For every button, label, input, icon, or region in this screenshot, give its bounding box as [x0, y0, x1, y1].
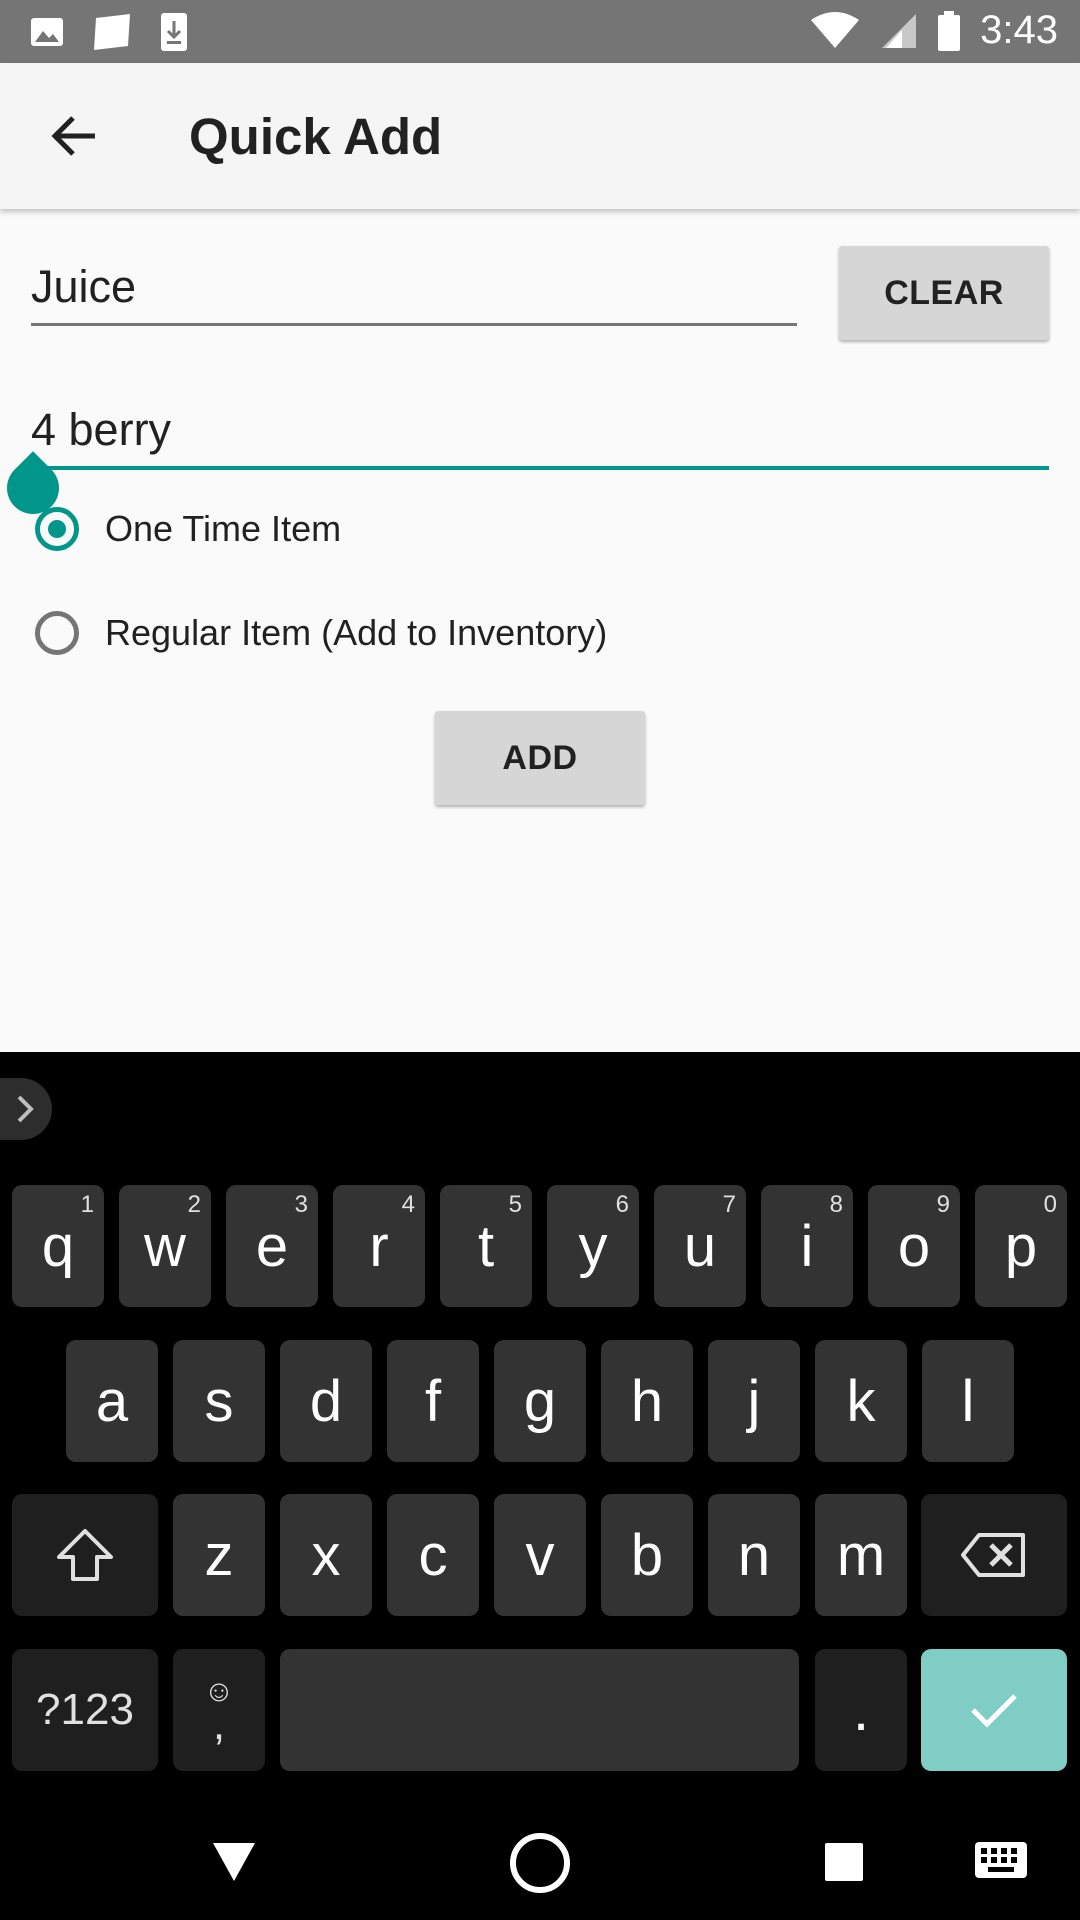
key-label: o — [897, 1213, 931, 1279]
radio-label: Regular Item (Add to Inventory) — [105, 612, 608, 653]
signal-icon — [882, 13, 917, 48]
radio-button-checked[interactable] — [35, 507, 79, 551]
key-label: u — [683, 1213, 717, 1279]
chevron-right-icon — [17, 1095, 34, 1123]
item-name-value: Juice — [31, 261, 137, 312]
shift-icon — [57, 1529, 113, 1581]
status-bar: 3:43 — [0, 0, 1080, 63]
key-l[interactable]: l — [922, 1340, 1014, 1462]
key-m[interactable]: m — [815, 1494, 907, 1616]
key-hint: 0 — [1043, 1191, 1057, 1218]
arrow-back-icon — [51, 116, 95, 156]
key-label: y — [578, 1213, 608, 1279]
radio-regular-item[interactable]: Regular Item (Add to Inventory) — [35, 611, 607, 655]
keyboard-switch-icon[interactable] — [974, 1841, 1028, 1881]
space-bar[interactable] — [280, 1649, 799, 1771]
key-hint: 9 — [936, 1191, 950, 1218]
add-button[interactable]: ADD — [435, 711, 645, 805]
radio-button-unchecked[interactable] — [35, 611, 79, 655]
clock: 3:43 — [980, 8, 1058, 52]
radio-one-time-item[interactable]: One Time Item — [35, 507, 341, 551]
navigation-bar — [0, 1805, 1080, 1920]
page-title: Quick Add — [189, 108, 443, 165]
key-e[interactable]: e3 — [226, 1185, 318, 1307]
shift-key[interactable] — [12, 1494, 158, 1616]
description-value: 4 berry — [31, 404, 172, 455]
home-circle-icon[interactable] — [509, 1832, 571, 1894]
image-icon — [31, 18, 63, 46]
key-hint: 1 — [80, 1191, 94, 1218]
key-label: r — [369, 1213, 389, 1279]
key-r[interactable]: r4 — [333, 1185, 425, 1307]
period-key[interactable]: . — [815, 1649, 907, 1771]
key-hint: 5 — [508, 1191, 522, 1218]
description-field[interactable]: 4 berry — [31, 400, 1049, 470]
key-b[interactable]: b — [601, 1494, 693, 1616]
key-hint: 2 — [187, 1191, 201, 1218]
key-q[interactable]: q1 — [12, 1185, 104, 1307]
key-a[interactable]: a — [66, 1340, 158, 1462]
key-label: i — [800, 1213, 814, 1279]
back-triangle-icon[interactable] — [211, 1839, 257, 1885]
backspace-key[interactable] — [921, 1494, 1067, 1616]
key-j[interactable]: j — [708, 1340, 800, 1462]
radio-label: One Time Item — [105, 508, 342, 549]
key-p[interactable]: p0 — [975, 1185, 1067, 1307]
key-h[interactable]: h — [601, 1340, 693, 1462]
key-v[interactable]: v — [494, 1494, 586, 1616]
key-c[interactable]: c — [387, 1494, 479, 1616]
key-t[interactable]: t5 — [440, 1185, 532, 1307]
key-d[interactable]: d — [280, 1340, 372, 1462]
key-g[interactable]: g — [494, 1340, 586, 1462]
key-u[interactable]: u7 — [654, 1185, 746, 1307]
symbols-key[interactable]: ?123 — [12, 1649, 158, 1771]
comma-emoji-key[interactable]: ☺ , — [173, 1649, 265, 1771]
key-f[interactable]: f — [387, 1340, 479, 1462]
battery-icon — [938, 10, 961, 51]
backspace-icon — [961, 1533, 1025, 1577]
key-label: e — [255, 1213, 289, 1279]
keyboard-expand-button[interactable] — [0, 1078, 52, 1140]
key-label: q — [41, 1213, 75, 1279]
key-hint: 3 — [294, 1191, 308, 1218]
key-n[interactable]: n — [708, 1494, 800, 1616]
key-z[interactable]: z — [173, 1494, 265, 1616]
recents-square-icon[interactable] — [823, 1841, 865, 1883]
enter-key[interactable] — [921, 1649, 1067, 1771]
key-hint: 4 — [401, 1191, 415, 1218]
key-s[interactable]: s — [173, 1340, 265, 1462]
soft-keyboard: q1 w2 e3 r4 t5 y6 u7 i8 o9 p0 a s d f g … — [0, 1052, 1080, 1805]
key-hint: 8 — [829, 1191, 843, 1218]
key-hint: 7 — [722, 1191, 736, 1218]
key-k[interactable]: k — [815, 1340, 907, 1462]
key-label: t — [477, 1213, 495, 1279]
app-bar: Quick Add — [0, 63, 1080, 209]
item-name-field[interactable]: Juice — [31, 260, 797, 326]
key-hint: 6 — [615, 1191, 629, 1218]
key-y[interactable]: y6 — [547, 1185, 639, 1307]
key-i[interactable]: i8 — [761, 1185, 853, 1307]
back-button[interactable] — [40, 103, 106, 169]
key-label: w — [144, 1213, 186, 1279]
key-label: p — [1004, 1213, 1038, 1279]
notification-card-icon — [94, 14, 130, 50]
key-o[interactable]: o9 — [868, 1185, 960, 1307]
key-w[interactable]: w2 — [119, 1185, 211, 1307]
comma-label: , — [212, 1700, 226, 1749]
check-icon — [971, 1694, 1017, 1728]
download-icon — [161, 13, 187, 51]
wifi-icon — [811, 11, 860, 48]
clear-button[interactable]: CLEAR — [839, 246, 1049, 340]
key-x[interactable]: x — [280, 1494, 372, 1616]
